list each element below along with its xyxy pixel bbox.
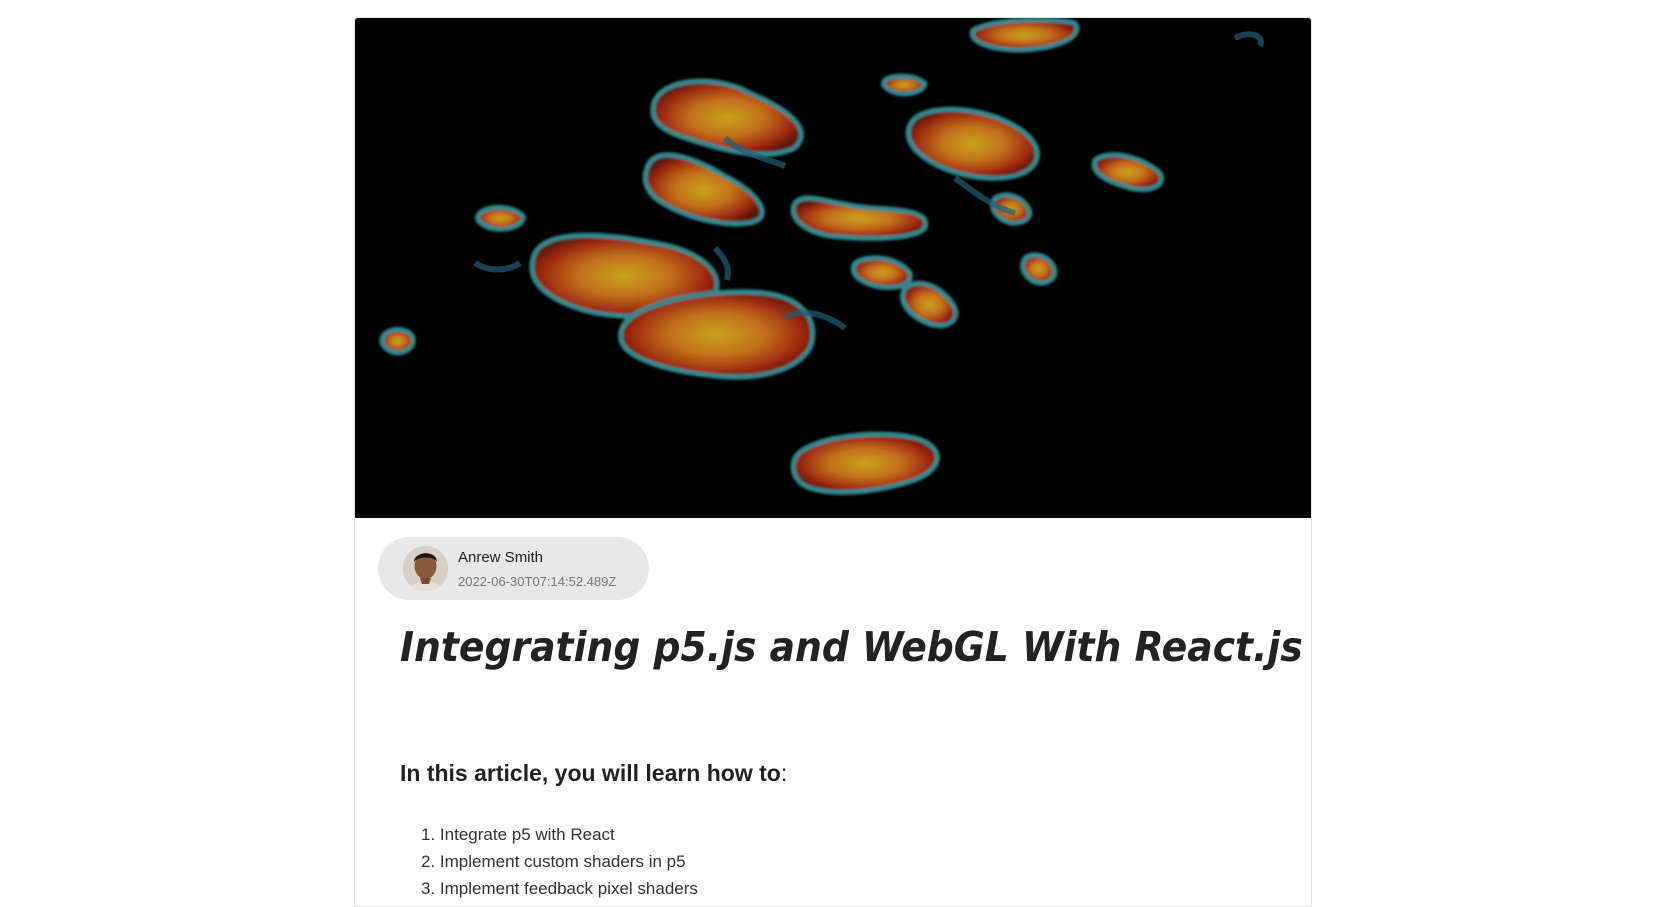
author-name[interactable]: Anrew Smith xyxy=(458,549,543,566)
article-card: Anrew Smith 2022-06-30T07:14:52.489Z Int… xyxy=(354,17,1312,907)
hero-image xyxy=(355,18,1311,518)
avatar-portrait-icon xyxy=(403,546,448,591)
list-item-number: 1. xyxy=(421,825,436,844)
article-title: Integrating p5.js and WebGL With React.j… xyxy=(400,623,1303,671)
list-item: 1. Integrate p5 with React xyxy=(421,821,698,848)
steps-list: 1. Integrate p5 with React 2. Implement … xyxy=(421,821,698,902)
list-item-text: Implement custom shaders in p5 xyxy=(439,852,686,871)
intro-heading-suffix: : xyxy=(780,760,788,786)
webgl-shader-blob-image xyxy=(379,18,1264,495)
publish-date: 2022-06-30T07:14:52.489Z xyxy=(458,574,617,589)
intro-heading-bold: In this article, you will learn how to xyxy=(400,760,781,786)
author-chip[interactable]: Anrew Smith 2022-06-30T07:14:52.489Z xyxy=(378,537,649,600)
list-item-text: Integrate p5 with React xyxy=(439,825,615,844)
intro-heading: In this article, you will learn how to: xyxy=(400,760,787,787)
list-item-number: 2. xyxy=(421,852,436,871)
author-avatar xyxy=(403,546,448,591)
list-item: 2. Implement custom shaders in p5 xyxy=(421,848,698,875)
